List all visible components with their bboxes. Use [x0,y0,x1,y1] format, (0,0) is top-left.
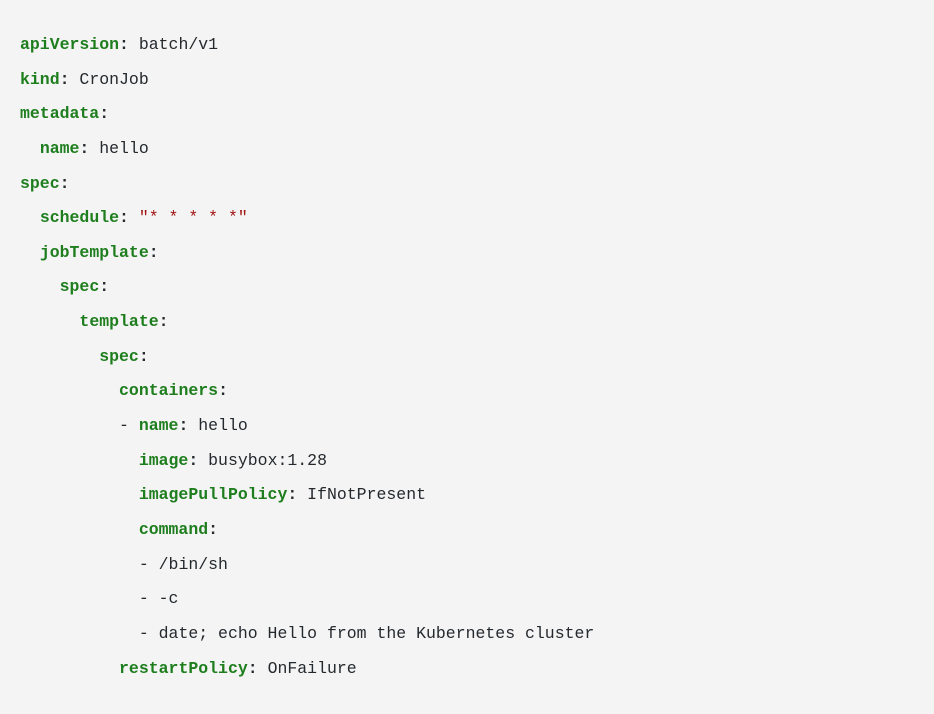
yaml-code-block: apiVersion: batch/v1 kind: CronJob metad… [20,28,914,686]
key-kind: kind [20,70,60,89]
key-name: name [40,139,80,158]
key-imagePullPolicy: imagePullPolicy [139,485,288,504]
key-container-name: name [139,416,179,435]
value-command-1: /bin/sh [159,555,228,574]
key-spec-template: spec [99,347,139,366]
value-schedule: "* * * * *" [139,208,248,227]
key-command: command [139,520,208,539]
value-name: hello [99,139,149,158]
value-command-2: -c [159,589,179,608]
value-apiVersion: batch/v1 [139,35,218,54]
key-metadata: metadata [20,104,99,123]
value-restartPolicy: OnFailure [268,659,357,678]
key-template: template [79,312,158,331]
key-spec-inner: spec [60,277,100,296]
value-command-3: date; echo Hello from the Kubernetes clu… [159,624,595,643]
value-image: busybox:1.28 [208,451,327,470]
key-schedule: schedule [40,208,119,227]
value-kind: CronJob [79,70,148,89]
key-apiVersion: apiVersion [20,35,119,54]
value-container-name: hello [198,416,248,435]
value-imagePullPolicy: IfNotPresent [307,485,426,504]
key-image: image [139,451,189,470]
key-jobTemplate: jobTemplate [40,243,149,262]
key-spec: spec [20,174,60,193]
key-restartPolicy: restartPolicy [119,659,248,678]
key-containers: containers [119,381,218,400]
